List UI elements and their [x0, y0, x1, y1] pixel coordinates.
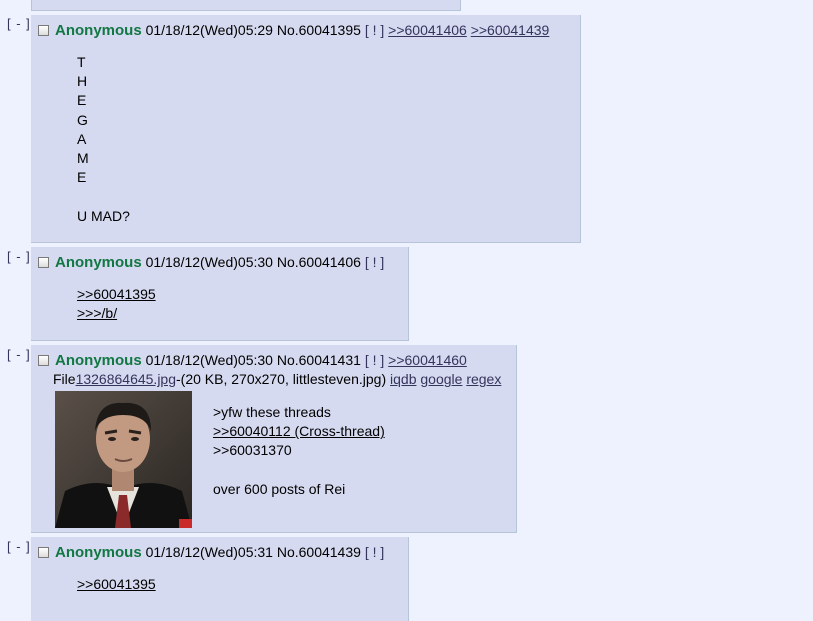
post-header: Anonymous 01/18/12(Wed)05:29 No.60041395… [38, 21, 549, 40]
hide-post-toggle[interactable]: [ - ] [7, 347, 31, 362]
message-line: E [77, 169, 87, 186]
iqdb-link[interactable]: iqdb [390, 371, 416, 387]
post-date: 01/18/12(Wed)05:30 [145, 254, 273, 270]
regex-link[interactable]: regex [466, 371, 501, 387]
quote-link[interactable]: >>60041395 [77, 286, 156, 302]
hide-post-toggle[interactable]: [ - ] [7, 16, 31, 31]
message-line: E [77, 92, 87, 109]
post-header: Anonymous 01/18/12(Wed)05:30 No.60041406… [38, 253, 384, 272]
post-number[interactable]: No.60041406 [277, 254, 361, 270]
thumbnail-image [55, 391, 192, 528]
message-line: over 600 posts of Rei [213, 480, 346, 497]
file-link[interactable]: 1326864645.jpg [76, 371, 176, 387]
message-line [213, 461, 385, 480]
post-header: Anonymous 01/18/12(Wed)05:30 No.60041431… [38, 351, 467, 370]
file-label: File [53, 371, 76, 387]
quote-link[interactable]: >>60041395 [77, 576, 156, 592]
report-button[interactable]: [ ! ] [365, 254, 384, 270]
post-checkbox[interactable] [38, 25, 49, 36]
reply-post: Anonymous 01/18/12(Wed)05:30 No.60041431… [31, 345, 517, 533]
post-date: 01/18/12(Wed)05:30 [145, 352, 273, 368]
message-line: G [77, 111, 88, 128]
message-line [77, 187, 130, 206]
hide-post-toggle[interactable]: [ - ] [7, 539, 31, 554]
post-message: >yfw these threads >>60040112 (Cross-thr… [213, 403, 385, 499]
message-line: H [77, 73, 88, 90]
reply-post: Anonymous 01/18/12(Wed)05:29 No.60041395… [31, 15, 581, 243]
post-thumbnail[interactable] [55, 391, 192, 528]
post-number[interactable]: No.60041395 [277, 22, 361, 38]
message-line: T [77, 54, 86, 70]
hide-post-toggle[interactable]: [ - ] [7, 249, 31, 264]
poster-name: Anonymous [55, 352, 142, 369]
cross-thread-link[interactable]: >>60040112 (Cross-thread) [213, 423, 385, 439]
post-message: >>60041395 [77, 575, 156, 594]
poster-name: Anonymous [55, 254, 142, 271]
message-line: A [77, 130, 87, 147]
poster-name: Anonymous [55, 22, 142, 39]
message-line: M [77, 149, 89, 166]
poster-name: Anonymous [55, 544, 142, 561]
reply-backlink[interactable]: >>60041439 [471, 22, 550, 38]
dead-quote-link: >>60031370 [213, 442, 292, 459]
report-button[interactable]: [ ! ] [365, 22, 384, 38]
reply-post: Anonymous 01/18/12(Wed)05:31 No.60041439… [31, 537, 409, 621]
post-number[interactable]: No.60041431 [277, 352, 361, 368]
report-button[interactable]: [ ! ] [365, 352, 384, 368]
board-link[interactable]: >>>/b/ [77, 305, 117, 321]
previous-post-fragment [31, 0, 461, 11]
post-checkbox[interactable] [38, 257, 49, 268]
post-date: 01/18/12(Wed)05:31 [145, 544, 273, 560]
post-message: >>60041395 >>>/b/ [77, 285, 156, 323]
file-meta: -(20 KB, 270x270, littlesteven.jpg) [176, 371, 387, 387]
reply-post: Anonymous 01/18/12(Wed)05:30 No.60041406… [31, 247, 409, 341]
message-line: U MAD? [77, 207, 130, 224]
post-date: 01/18/12(Wed)05:29 [145, 22, 273, 38]
post-message: T H E G A M E U MAD? [77, 53, 130, 226]
greentext-line: >yfw these threads [213, 404, 331, 420]
reply-backlink[interactable]: >>60041406 [388, 22, 467, 38]
post-number[interactable]: No.60041439 [277, 544, 361, 560]
post-checkbox[interactable] [38, 547, 49, 558]
google-link[interactable]: google [420, 371, 462, 387]
post-header: Anonymous 01/18/12(Wed)05:31 No.60041439… [38, 543, 384, 562]
reply-backlink[interactable]: >>60041460 [388, 352, 467, 368]
file-info: File1326864645.jpg-(20 KB, 270x270, litt… [53, 370, 501, 388]
post-checkbox[interactable] [38, 355, 49, 366]
report-button[interactable]: [ ! ] [365, 544, 384, 560]
